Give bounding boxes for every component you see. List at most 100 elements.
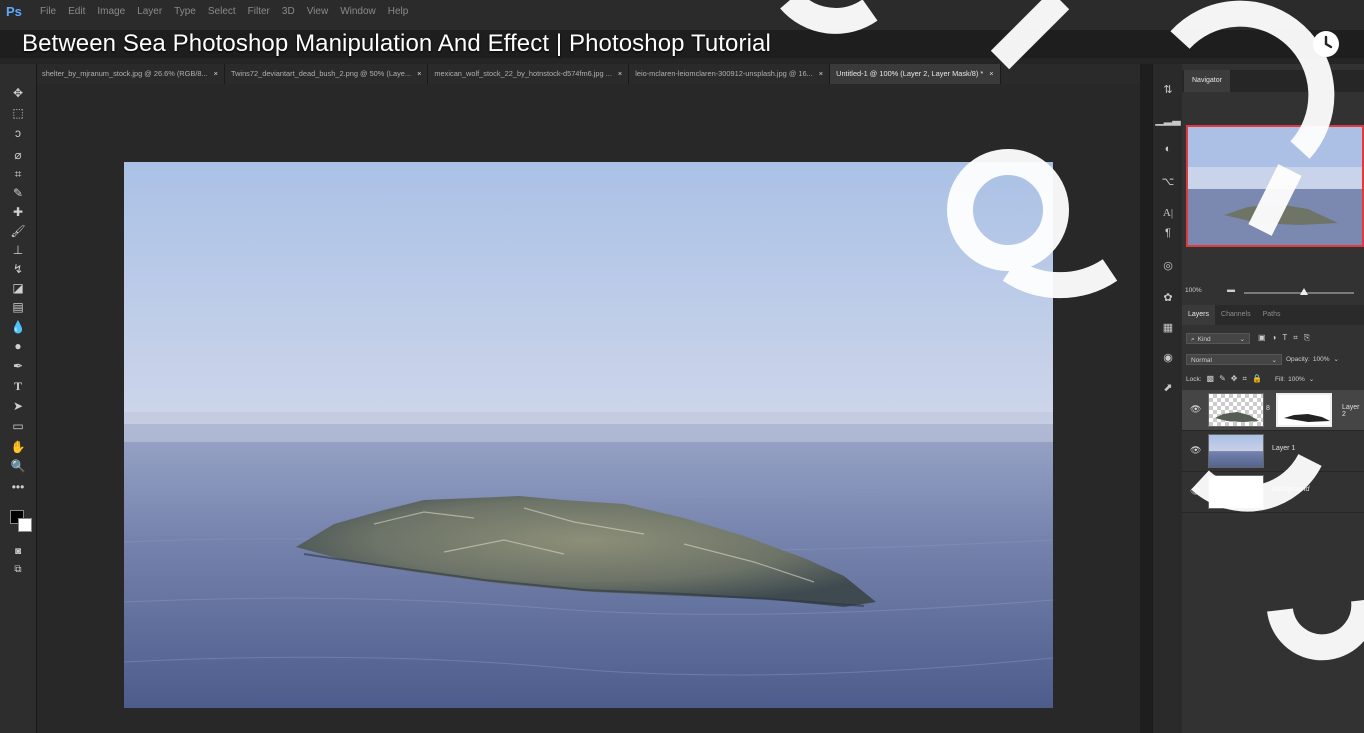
filter-kind-select[interactable]: ⌕ Kind ⌄: [1186, 332, 1250, 344]
quick-mask-icon[interactable]: ◙: [8, 542, 28, 560]
document-tab[interactable]: shelter_by_mjranum_stock.jpg @ 26.6% (RG…: [36, 64, 225, 84]
menu-item-layer[interactable]: Layer: [137, 6, 162, 17]
layer-name[interactable]: Background: [1272, 486, 1309, 493]
close-icon[interactable]: ×: [618, 64, 622, 84]
quick-select-icon[interactable]: ⌀: [8, 146, 28, 164]
layer-name[interactable]: Layer 1: [1272, 445, 1295, 452]
opacity-value[interactable]: 100%: [1313, 356, 1330, 363]
navigator-zoom-value: 100%: [1185, 287, 1202, 294]
blur-icon[interactable]: 💧: [8, 318, 28, 336]
menu-item-edit[interactable]: Edit: [68, 6, 85, 17]
tab-layers[interactable]: Layers: [1182, 305, 1216, 325]
layer-row-layer-2[interactable]: 👁 8 Layer 2: [1182, 390, 1364, 431]
menu-item-filter[interactable]: Filter: [248, 6, 270, 17]
tab-channels[interactable]: Channels: [1215, 305, 1257, 325]
properties-panel-icon[interactable]: ⌥: [1158, 172, 1178, 190]
eyedropper-icon[interactable]: ✎: [8, 184, 28, 202]
adjustments-panel-icon[interactable]: ◐: [1158, 140, 1178, 158]
document-tab[interactable]: Untitled-1 @ 100% (Layer 2, Layer Mask/8…: [830, 64, 1001, 84]
clone-stamp-icon[interactable]: ⊥: [8, 241, 28, 259]
brush-tool-icon[interactable]: 🖌: [8, 222, 28, 240]
path-select-icon[interactable]: ➤: [8, 397, 28, 415]
screen-mode-icon[interactable]: ⧉: [8, 560, 28, 578]
chevron-down-icon: ⌄: [1239, 335, 1245, 343]
eraser-icon[interactable]: ◪: [8, 279, 28, 297]
zoom-slider-track[interactable]: [1244, 292, 1354, 294]
pen-tool-icon[interactable]: ✒: [8, 357, 28, 375]
layer-1-thumbnail: [1208, 434, 1264, 468]
photoshop-logo: Ps: [6, 4, 22, 19]
zoom-out-icon[interactable]: ▬: [1227, 285, 1235, 294]
menu-item-type[interactable]: Type: [174, 6, 196, 17]
background-color-swatch[interactable]: [18, 518, 32, 532]
blend-mode-select[interactable]: Normal ⌄: [1186, 353, 1282, 365]
close-icon[interactable]: ×: [417, 64, 421, 84]
menu-bar: Ps File Edit Image Layer Type Select Filter 3D V…: [0, 0, 1364, 30]
chevron-down-icon[interactable]: ⌄: [1309, 375, 1314, 383]
close-icon[interactable]: ×: [819, 64, 823, 84]
menu-item-file[interactable]: File: [40, 6, 56, 17]
tab-paths[interactable]: Paths: [1257, 305, 1287, 325]
actions-panel-icon[interactable]: ⬈: [1158, 378, 1178, 396]
panel-icon-dock: ⇅ ▁▂▃ ◐ ⌥ A| ¶ ◎ ✿ ▦ ◉ ⬈: [1152, 64, 1183, 733]
document-tab[interactable]: mexican_wolf_stock_22_by_hotnstock-d574f…: [428, 64, 630, 84]
chain-link-icon[interactable]: 8: [1266, 405, 1270, 412]
tab-label: leio-mclaren-leiomclaren-300912-unsplash…: [635, 69, 813, 78]
lock-row: Lock: ▩✎✥⌗🔒 Fill: 100% ⌄: [1186, 372, 1358, 386]
history-brush-icon[interactable]: ↯: [8, 260, 28, 278]
menu-item-view[interactable]: View: [307, 6, 329, 17]
tools-panel: ✥ ⬚ ↄ ⌀ ⌗ ✎ ✚ 🖌 ⊥ ↯ ◪ ▤ 💧 ● ✒ T ➤ ▭ ✋ 🔍 …: [0, 64, 37, 733]
watch-later-icon[interactable]: [1313, 31, 1339, 57]
chevron-down-icon[interactable]: ⌄: [1333, 355, 1338, 363]
menu-item-select[interactable]: Select: [208, 6, 236, 17]
lock-label: Lock:: [1186, 375, 1202, 383]
document-tab[interactable]: leio-mclaren-leiomclaren-300912-unsplash…: [629, 64, 831, 84]
fill-value[interactable]: 100%: [1288, 376, 1305, 383]
histogram-panel-icon[interactable]: ▁▂▃: [1155, 110, 1180, 128]
timeline-panel-icon[interactable]: ▦: [1158, 318, 1178, 336]
history-panel-icon[interactable]: ⇅: [1158, 80, 1178, 98]
tab-label: shelter_by_mjranum_stock.jpg @ 26.6% (RG…: [42, 69, 208, 78]
eye-icon[interactable]: 👁: [1190, 404, 1201, 415]
close-icon[interactable]: ×: [989, 64, 993, 84]
menu-item-help[interactable]: Help: [388, 6, 409, 17]
hand-tool-icon[interactable]: ✋: [8, 438, 28, 456]
dodge-icon[interactable]: ●: [8, 337, 28, 355]
document-tab[interactable]: Twins72_deviantart_dead_bush_2.png @ 50%…: [225, 64, 429, 84]
lock-icons[interactable]: ▩✎✥⌗🔒: [1207, 374, 1267, 384]
crop-tool-icon[interactable]: ⌗: [8, 165, 28, 183]
styles-panel-icon[interactable]: ◎: [1158, 256, 1178, 274]
search-icon: ⌕: [1191, 335, 1195, 343]
more-tools-icon[interactable]: •••: [8, 478, 28, 496]
blend-mode-value: Normal: [1191, 356, 1212, 364]
rectangle-tool-icon[interactable]: ▭: [8, 417, 28, 435]
menu-item-image[interactable]: Image: [97, 6, 125, 17]
eye-icon[interactable]: 👁: [1190, 486, 1201, 497]
type-tool-icon[interactable]: T: [8, 377, 28, 395]
opacity-label: Opacity:: [1286, 355, 1310, 363]
move-tool-icon[interactable]: ✥: [8, 84, 28, 102]
paragraph-panel-icon[interactable]: ¶: [1158, 224, 1178, 242]
filter-type-icons[interactable]: ▣◑T⌗⎘: [1258, 333, 1316, 343]
zoom-slider-handle[interactable]: [1300, 288, 1308, 295]
zoom-tool-icon[interactable]: 🔍: [8, 457, 28, 475]
close-icon[interactable]: ×: [214, 64, 218, 84]
navigator-thumbnail[interactable]: [1186, 125, 1364, 247]
eye-icon[interactable]: 👁: [1190, 445, 1201, 456]
character-panel-icon[interactable]: A|: [1158, 204, 1178, 222]
document-canvas[interactable]: [124, 162, 1053, 708]
layer-name[interactable]: Layer 2: [1342, 404, 1364, 418]
menu-item-3d[interactable]: 3D: [282, 6, 295, 17]
menu-item-window[interactable]: Window: [340, 6, 376, 17]
layer-row-layer-1[interactable]: 👁 Layer 1: [1182, 431, 1364, 472]
gradient-icon[interactable]: ▤: [8, 298, 28, 316]
tab-navigator[interactable]: Navigator: [1184, 70, 1230, 92]
3d-panel-icon[interactable]: ✿: [1158, 288, 1178, 306]
layer-mask-thumbnail[interactable]: [1276, 393, 1332, 427]
tab-label: mexican_wolf_stock_22_by_hotnstock-d574f…: [434, 69, 612, 78]
lasso-tool-icon[interactable]: ↄ: [8, 124, 28, 142]
healing-brush-icon[interactable]: ✚: [8, 203, 28, 221]
marquee-tool-icon[interactable]: ⬚: [8, 104, 28, 122]
color-panel-icon[interactable]: ◉: [1158, 348, 1178, 366]
layer-row-background[interactable]: 👁 Background: [1182, 472, 1364, 513]
